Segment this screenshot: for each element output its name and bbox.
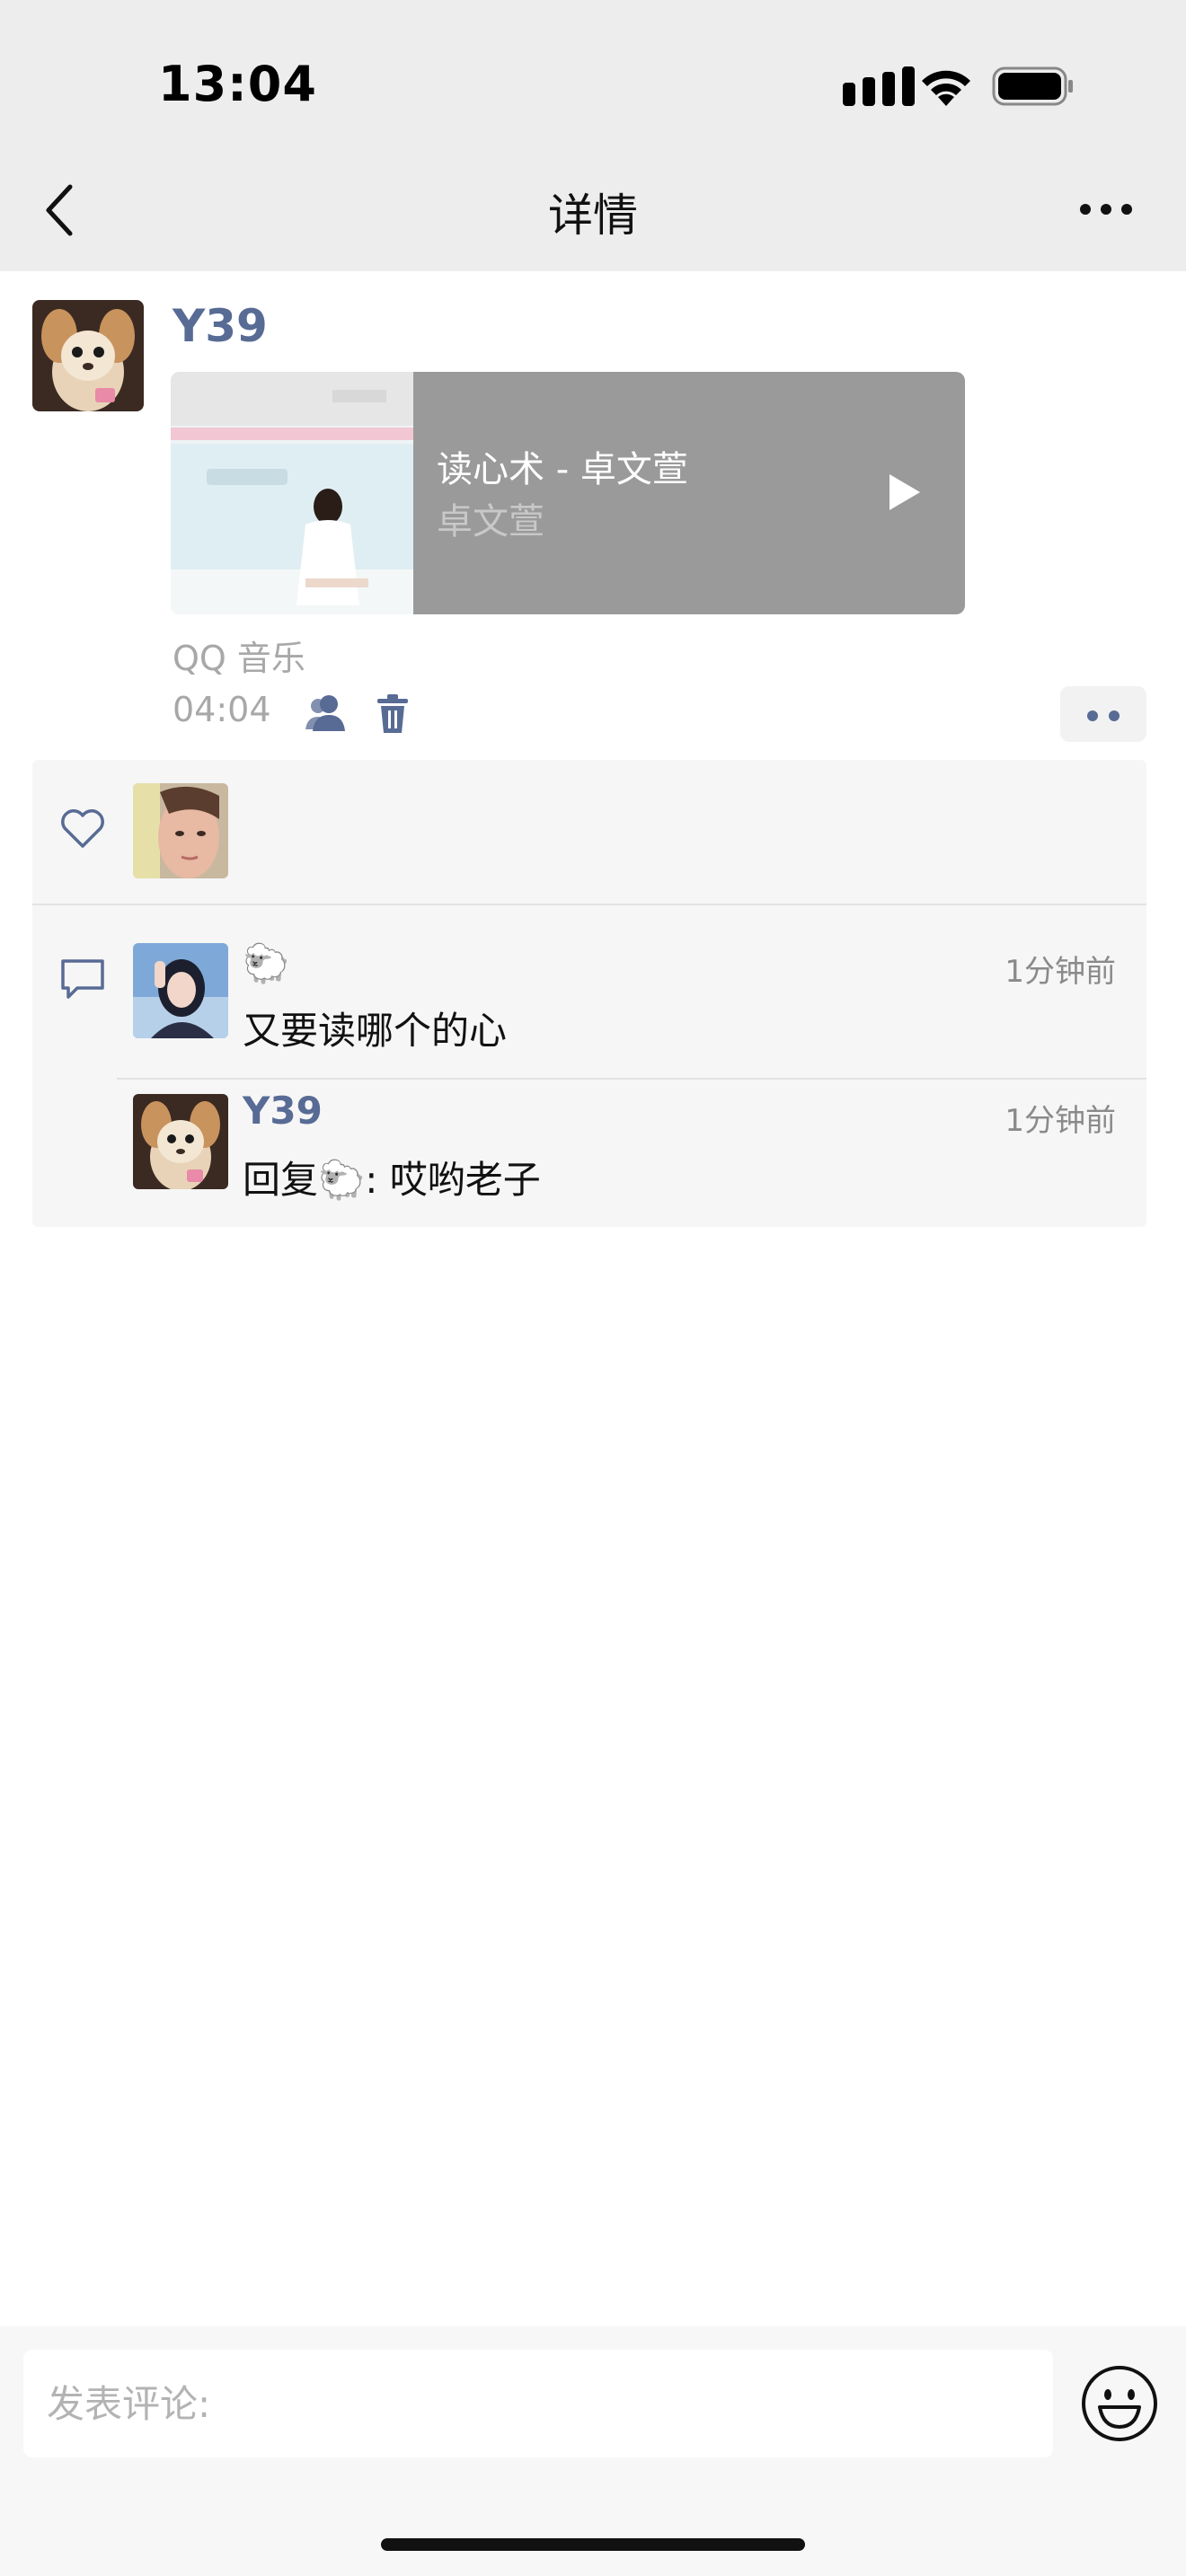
divider xyxy=(117,1078,1146,1080)
page-title: 详情 xyxy=(548,190,638,242)
comment-icon xyxy=(61,959,104,999)
commenter-name[interactable]: 🐑 xyxy=(243,941,289,986)
comment-text[interactable]: 回复🐑: 哎哟老子 xyxy=(243,1150,541,1204)
comment-like-menu-button[interactable] xyxy=(1060,686,1146,742)
more-icon[interactable] xyxy=(1078,201,1134,217)
album-cover xyxy=(171,372,413,614)
post-time: 04:04 xyxy=(173,690,271,729)
battery-icon xyxy=(992,66,1073,106)
comment-time: 1分钟前 xyxy=(1005,1103,1116,1139)
music-card[interactable]: 读心术 - 卓文萱 卓文萱 xyxy=(171,372,965,614)
home-indicator[interactable] xyxy=(381,2538,805,2551)
play-icon[interactable] xyxy=(888,472,922,512)
liker-avatar[interactable] xyxy=(133,783,228,878)
commenter-avatar[interactable] xyxy=(133,943,228,1038)
author-name[interactable]: Y39 xyxy=(173,300,268,352)
commenter-name[interactable]: Y39 xyxy=(243,1089,323,1133)
trash-icon[interactable] xyxy=(376,693,410,735)
comment-input[interactable] xyxy=(23,2350,1053,2457)
smile-icon[interactable] xyxy=(1080,2364,1159,2443)
commenter-avatar[interactable] xyxy=(133,1094,228,1189)
comment-time: 1分钟前 xyxy=(1005,954,1116,990)
friends-icon[interactable] xyxy=(304,693,347,733)
post-source[interactable]: QQ 音乐 xyxy=(173,631,305,680)
comment-text[interactable]: 又要读哪个的心 xyxy=(243,1001,507,1055)
author-avatar[interactable] xyxy=(32,300,144,411)
wifi-icon xyxy=(922,70,970,106)
music-title: 读心术 - 卓文萱 xyxy=(437,449,688,490)
heart-icon xyxy=(61,809,104,848)
dot-icon xyxy=(1087,710,1098,721)
status-time: 13:04 xyxy=(158,56,317,112)
music-artist: 卓文萱 xyxy=(437,501,544,543)
divider xyxy=(32,904,1146,905)
dot-icon xyxy=(1109,710,1120,721)
